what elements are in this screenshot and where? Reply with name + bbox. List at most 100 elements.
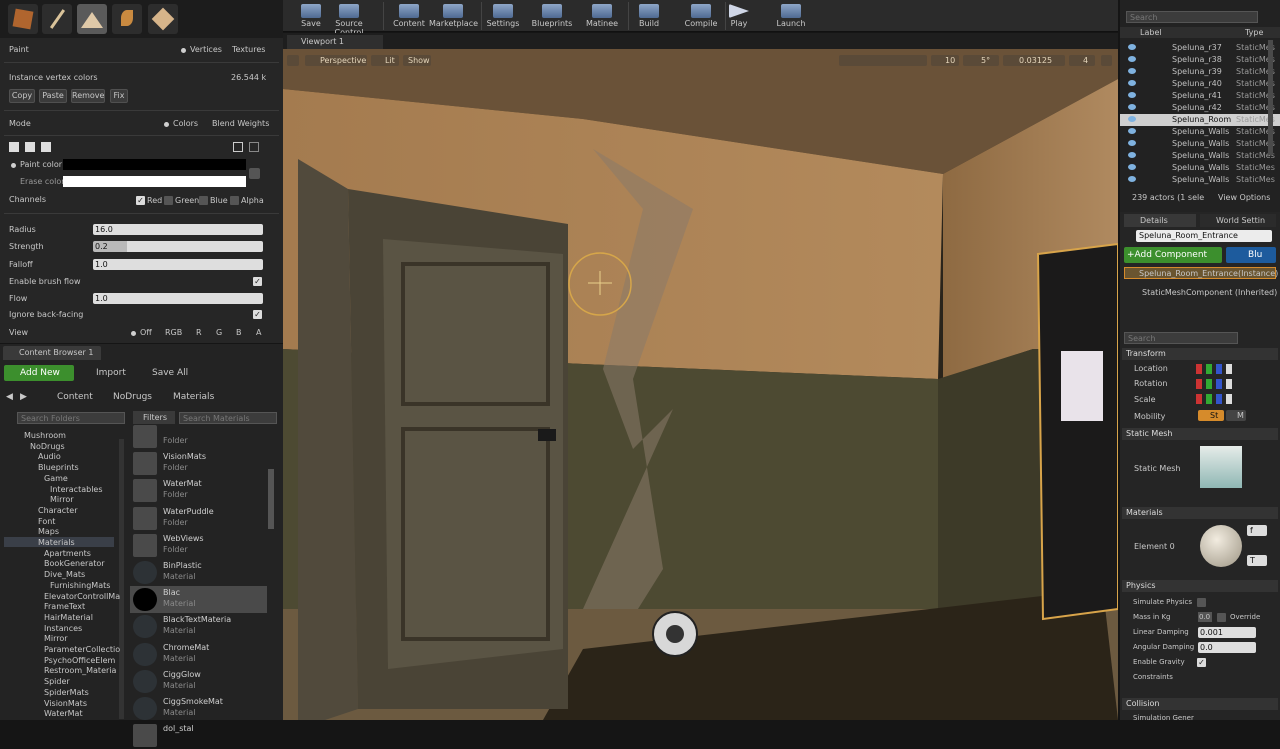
tree-folder-item[interactable]: Character [38,506,78,515]
outliner-col-type[interactable]: Type [1245,28,1263,37]
tree-folder-item[interactable]: Font [38,517,55,526]
add-component-button[interactable]: +Add Component [1124,247,1222,263]
visibility-eye-icon[interactable] [1128,44,1136,50]
outliner-col-label[interactable]: Label [1140,28,1162,37]
tab-world-settings[interactable]: World Settin [1200,214,1276,227]
asset-tile[interactable]: CiggGlow Material [130,668,267,695]
visibility-eye-icon[interactable] [1128,68,1136,74]
tree-folder-item[interactable]: VisionMats [44,699,87,708]
visibility-eye-icon[interactable] [1128,140,1136,146]
lit-button[interactable]: Lit [371,55,399,66]
swap-colors-icon[interactable] [249,168,260,179]
static-mesh-section[interactable]: Static Mesh [1122,428,1278,440]
tree-folder-item[interactable]: Spider [44,677,70,686]
tab-viewport[interactable]: Viewport 1 [287,35,383,49]
details-search-input[interactable]: Search [1124,332,1238,344]
element0-dropdown[interactable]: f [1247,525,1267,536]
outliner-row[interactable]: Speluna_r42 StaticMes [1120,102,1280,114]
outliner-row[interactable]: Speluna_Walls StaticMes [1120,138,1280,150]
materials-section[interactable]: Materials [1122,507,1278,519]
fill-tool-icon[interactable] [25,142,35,152]
visibility-eye-icon[interactable] [1128,80,1136,86]
view-off-radio[interactable] [131,331,136,336]
view-g-label[interactable]: G [216,328,222,337]
asset-tile[interactable]: CiggSmokeMat Material [130,695,267,722]
transform-tools-group[interactable] [839,55,927,66]
asset-tile[interactable]: Folder [130,423,267,450]
copy-button[interactable]: Copy [9,89,35,103]
paint-mode-icon[interactable] [42,4,72,34]
enable-gravity-checkbox[interactable]: ✓ [1197,658,1206,667]
launch-button[interactable]: Launch [767,0,815,32]
zoom-icon[interactable] [233,142,243,152]
outliner-row[interactable]: Speluna_Walls StaticMes [1120,174,1280,186]
asset-tile[interactable]: BlackTextMateria Material [130,613,267,640]
show-button[interactable]: Show [403,55,431,66]
collision-section[interactable]: Collision [1122,698,1278,710]
import-button[interactable]: Import [96,368,126,378]
outliner-row[interactable]: Speluna_Walls StaticMes [1120,162,1280,174]
view-a-label[interactable]: A [256,328,261,337]
viewport-options-icon[interactable] [287,55,299,66]
outliner-search-input[interactable]: Search [1126,11,1258,23]
outliner-row[interactable]: Speluna_Room StaticMes [1120,114,1280,126]
angular-damping-field[interactable]: 0.0 [1198,642,1256,653]
tree-folder-item[interactable]: Maps [38,527,59,536]
view-rgb-label[interactable]: RGB [165,328,182,337]
tree-folder-item[interactable]: Mirror [44,634,68,643]
visibility-eye-icon[interactable] [1128,128,1136,134]
back-arrow-icon[interactable]: ◀ [6,392,13,402]
visibility-eye-icon[interactable] [1128,92,1136,98]
outliner-row[interactable]: Speluna_Walls StaticMes [1120,150,1280,162]
tree-folder-item[interactable]: Mushroom [24,431,66,440]
asset-tile[interactable]: ChromeMat Material [130,641,267,668]
tree-folder-item[interactable]: Restroom_Materia [44,666,116,675]
falloff-field[interactable]: 1.0 [93,259,263,270]
mode-blend-label[interactable]: Blend Weights [212,119,269,128]
scale-snap-button[interactable]: 0.03125 [1003,55,1065,66]
tree-folder-item[interactable]: Dive_Mats [44,570,85,579]
tab-details[interactable]: Details [1124,214,1196,227]
camera-speed-button[interactable]: 4 [1069,55,1095,66]
location-label[interactable]: Location [1134,364,1168,373]
propagate-tool-icon[interactable] [41,142,51,152]
blue-checkbox[interactable] [199,196,208,205]
asset-tile[interactable]: WaterPuddle Folder [130,505,267,532]
search-folders-input[interactable]: Search Folders [17,412,125,424]
level-viewport[interactable]: Perspective Lit Show 10 5° 0.03125 4 [283,49,1118,720]
static-mesh-component-row[interactable]: StaticMeshComponent (Inherited) [1142,288,1277,297]
paste-button[interactable]: Paste [39,89,67,103]
tree-folder-item[interactable]: FrameText [44,602,85,611]
asset-tile[interactable]: dol_stal [130,722,267,749]
visibility-eye-icon[interactable] [1128,104,1136,110]
element0-texture-dropdown[interactable]: T [1247,555,1267,566]
build-button[interactable]: Build [625,0,673,32]
mobility-movable-button[interactable]: M [1226,410,1246,421]
breadcrumb-content[interactable]: Content [57,392,93,402]
tree-folder-item[interactable]: PsychoOfficeElem [44,656,115,665]
brush-tool-icon[interactable] [9,142,19,152]
source-control-button[interactable]: Source Control [321,0,377,37]
matinee-button[interactable]: Matinee [578,0,626,32]
outliner-row[interactable]: Speluna_Walls StaticMes [1120,126,1280,138]
asset-tile[interactable]: WebViews Folder [130,532,267,559]
tree-folder-item[interactable]: Mirror [50,495,74,504]
visibility-eye-icon[interactable] [1128,56,1136,62]
radio-paint-color[interactable] [11,163,16,168]
geometry-mode-icon[interactable] [148,4,178,34]
remove-button[interactable]: Remove [71,89,105,103]
radio-textures-label[interactable]: Textures [232,45,265,54]
tree-folder-item[interactable]: ParameterCollectio [44,645,120,654]
outliner-row[interactable]: Speluna_r39 StaticMes [1120,66,1280,78]
outliner-row[interactable]: Speluna_r41 StaticMes [1120,90,1280,102]
grid-snap-button[interactable]: 10 [931,55,959,66]
mass-field[interactable]: 0.0 [1198,612,1212,622]
marketplace-button[interactable]: Marketplace [429,0,478,32]
tree-folder-item[interactable]: ElevatorControllMa [44,592,120,601]
save-all-button[interactable]: Save All [152,368,188,378]
radio-colors[interactable] [164,122,169,127]
visibility-eye-icon[interactable] [1128,152,1136,158]
tree-folder-item[interactable]: SpiderMats [44,688,89,697]
tree-folder-item[interactable]: NoDrugs [30,442,65,451]
erase-color-swatch[interactable] [63,176,246,187]
